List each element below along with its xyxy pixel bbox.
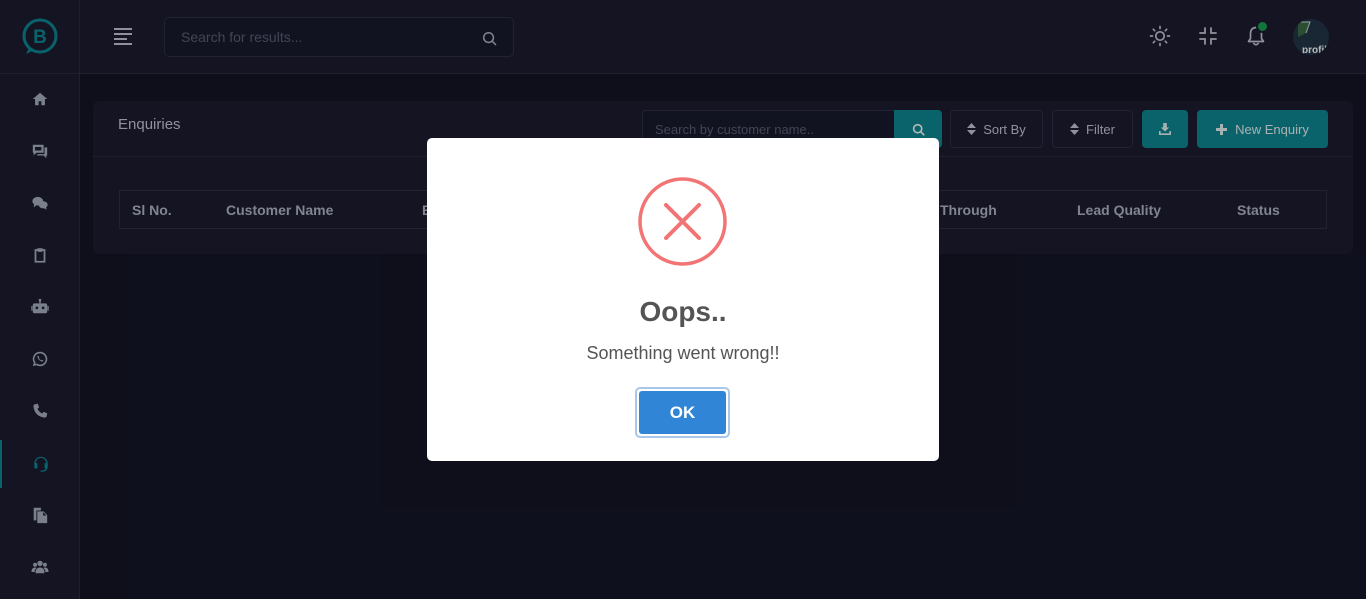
- modal-overlay[interactable]: Oops.. Something went wrong!! OK: [0, 0, 1366, 599]
- dialog-message: Something went wrong!!: [586, 343, 780, 363]
- ok-button-label: OK: [639, 391, 726, 434]
- error-x-icon: [638, 177, 727, 266]
- ok-button[interactable]: OK: [635, 387, 730, 438]
- dialog-title: Oops..: [639, 296, 727, 327]
- error-dialog: Oops.. Something went wrong!! OK: [427, 138, 939, 461]
